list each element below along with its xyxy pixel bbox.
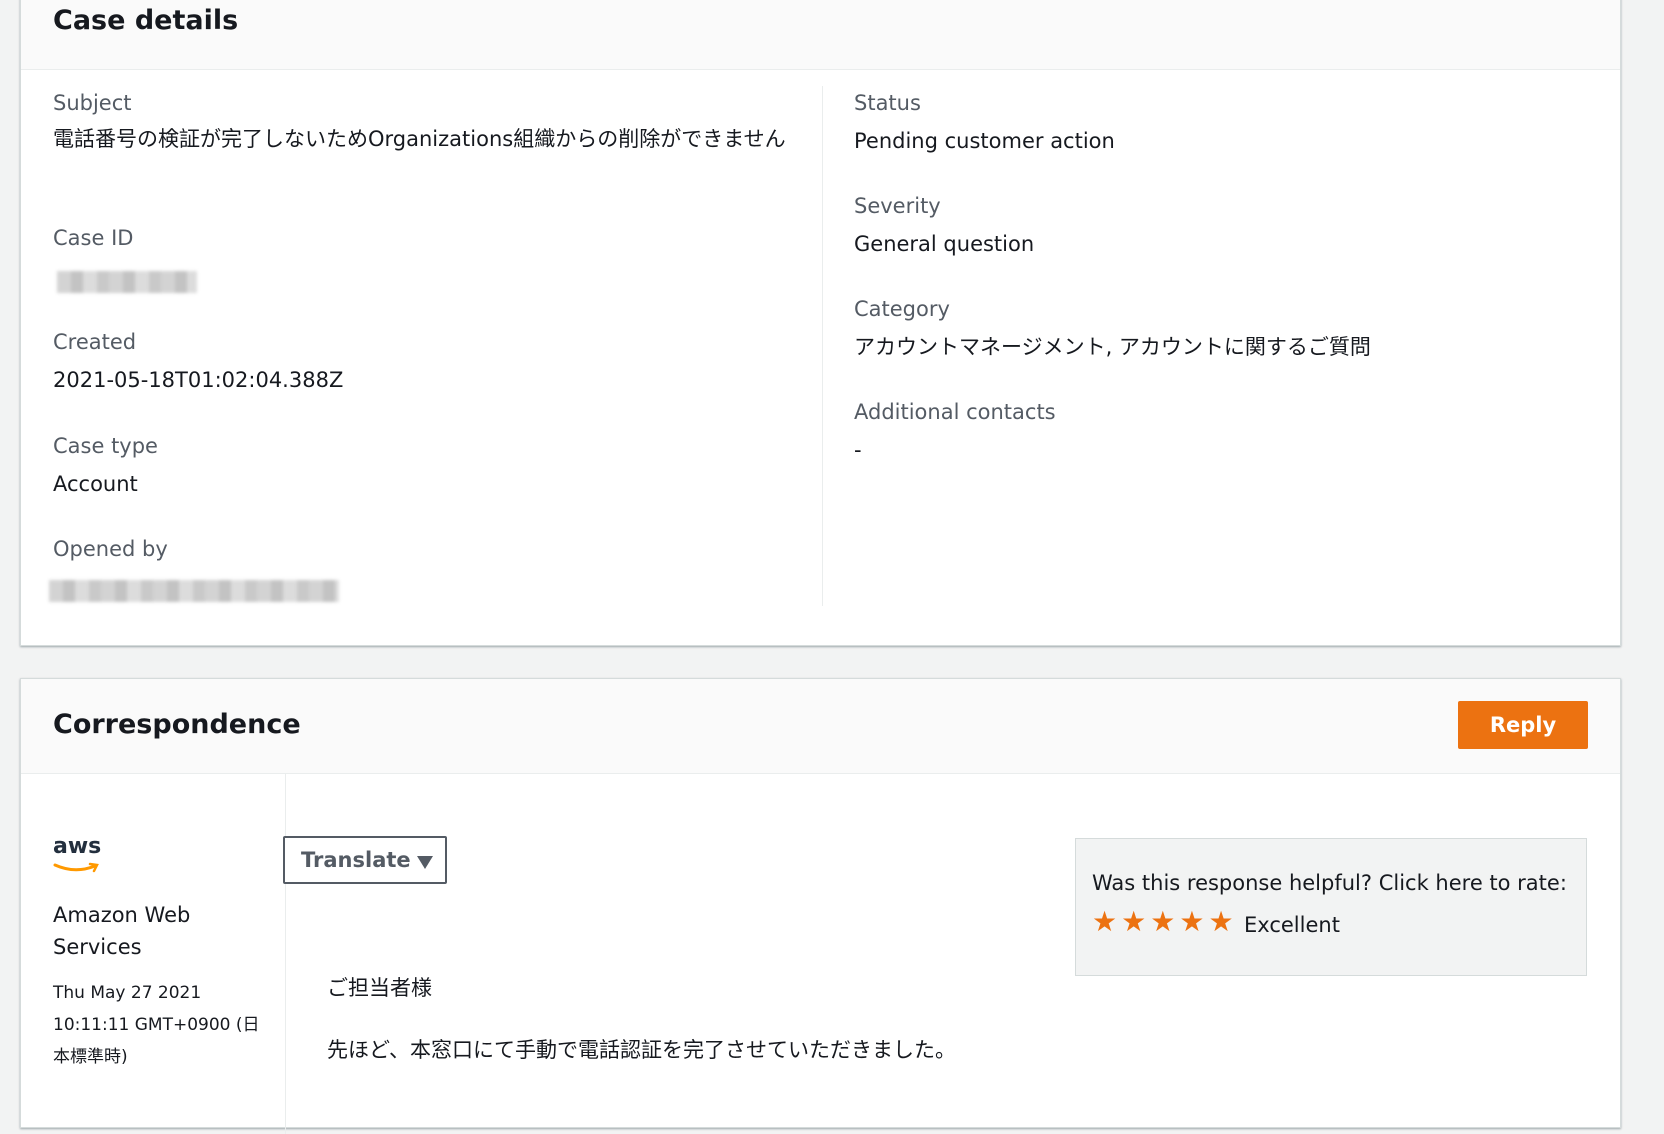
category-label: Category: [854, 297, 950, 321]
sender-name: Amazon Web Services: [53, 903, 191, 959]
rating-box: Was this response helpful? Click here to…: [1075, 838, 1587, 976]
sender-column: aws Amazon Web Services Thu May 27 2021 …: [21, 774, 286, 1134]
rating-label: Excellent: [1244, 913, 1340, 937]
case-type-label: Case type: [53, 434, 158, 458]
star-icon[interactable]: ★: [1179, 907, 1204, 937]
rating-stars: ★ ★ ★ ★ ★: [1092, 907, 1234, 937]
aws-logo-text: aws: [53, 834, 102, 859]
case-details-header: Case details: [21, 0, 1620, 70]
caret-down-icon: [417, 856, 433, 869]
severity-label: Severity: [854, 194, 941, 218]
status-value: Pending customer action: [854, 129, 1115, 153]
correspondence-header: Correspondence Reply: [21, 679, 1620, 774]
case-details-title: Case details: [53, 5, 239, 36]
opened-by-label: Opened by: [53, 537, 168, 561]
status-label: Status: [854, 91, 921, 115]
severity-value: General question: [854, 232, 1035, 256]
case-id-label: Case ID: [53, 226, 134, 250]
translate-dropdown[interactable]: Translate: [283, 836, 447, 884]
correspondence-title: Correspondence: [53, 709, 301, 740]
star-icon[interactable]: ★: [1121, 907, 1146, 937]
subject-value: 電話番号の検証が完了しないためOrganizations組織からの削除ができませ…: [53, 127, 786, 151]
case-details-panel: Case details Subject 電話番号の検証が完了しないためOrga…: [20, 0, 1621, 646]
subject-label: Subject: [53, 91, 132, 115]
created-label: Created: [53, 330, 137, 354]
star-icon[interactable]: ★: [1208, 907, 1233, 937]
rating-question: Was this response helpful? Click here to…: [1092, 871, 1567, 895]
column-divider: [822, 86, 823, 606]
aws-logo-icon: aws: [53, 834, 101, 878]
additional-contacts-value: -: [854, 438, 862, 462]
reply-button[interactable]: Reply: [1458, 701, 1588, 749]
case-type-value: Account: [53, 472, 138, 496]
created-value: 2021-05-18T01:02:04.388Z: [53, 368, 344, 392]
aws-smile-icon: [53, 862, 99, 873]
category-value: アカウントマネージメント, アカウントに関するご質問: [854, 335, 1371, 359]
message-body-line: 先ほど、本窓口にて手動で電話認証を完了させていただきました。: [327, 1038, 956, 1062]
opened-by-redacted: [49, 580, 339, 602]
star-icon[interactable]: ★: [1150, 907, 1175, 937]
case-id-redacted: [57, 271, 197, 293]
translate-label: Translate: [301, 848, 411, 872]
sender-timestamp: Thu May 27 2021 10:11:11 GMT+0900 (日本標準時…: [53, 983, 260, 1067]
message-greeting: ご担当者様: [327, 976, 432, 1000]
star-icon[interactable]: ★: [1092, 907, 1117, 937]
additional-contacts-label: Additional contacts: [854, 400, 1056, 424]
